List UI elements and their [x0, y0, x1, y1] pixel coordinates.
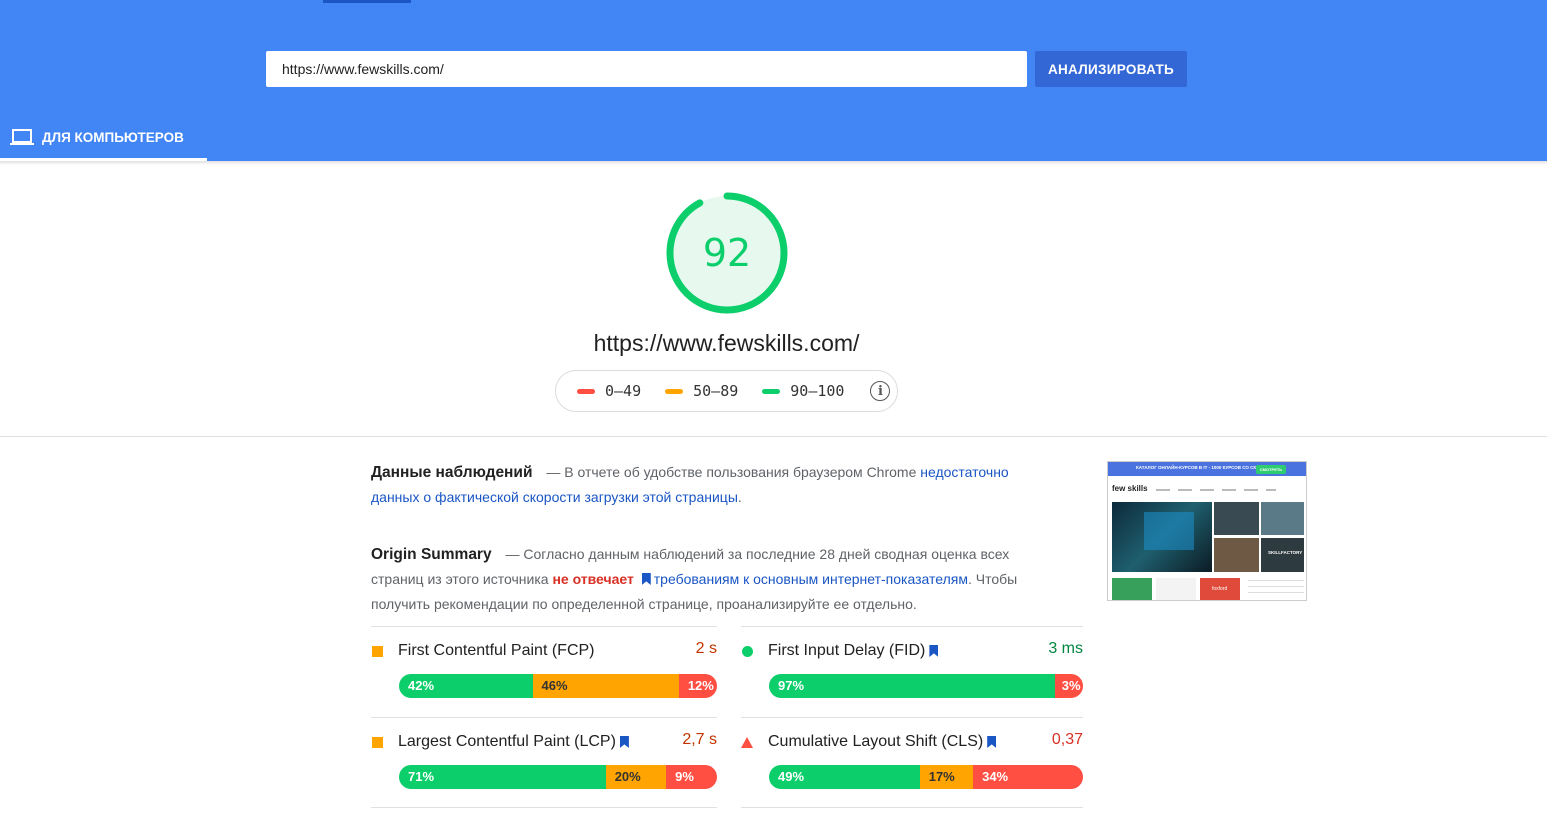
origin-summary-section: Origin Summary — Согласно данным наблюде… — [371, 542, 1031, 617]
thumb-card-3 — [1214, 538, 1259, 572]
legend-item-good: 90–100 — [762, 382, 844, 400]
header-shadow — [0, 161, 1547, 165]
metric-cls-good-segment: 49% — [769, 765, 920, 789]
thumb-banner-button: СМОТРЕТЬ — [1256, 465, 1286, 474]
metrics-separator-bottom-right — [741, 807, 1083, 808]
metric-cls-name: Cumulative Layout Shift (CLS) — [768, 733, 984, 750]
metric-fcp-average-segment: 46% — [532, 674, 679, 698]
metrics-separator-bottom-left — [371, 807, 717, 808]
field-data-text: — В отчете об удобстве пользования брауз… — [542, 464, 921, 480]
metric-cls-average-segment: 17% — [919, 765, 974, 789]
metric-lcp-value: 2,7 s — [682, 731, 717, 748]
metric-fid-good-segment: 97% — [769, 674, 1055, 698]
legend-good-label: 90–100 — [790, 382, 845, 400]
legend-item-poor: 0–49 — [577, 382, 641, 400]
thumb-logo: few skills — [1112, 484, 1148, 493]
field-data-title: Данные наблюдений — [371, 464, 533, 481]
core-web-vitals-link[interactable]: требованиям к основным интернет-показате… — [654, 571, 968, 587]
legend-item-average: 50–89 — [665, 382, 738, 400]
metric-lcp-average-segment: 20% — [605, 765, 667, 789]
metric-fcp-good-segment: 42% — [399, 674, 533, 698]
metric-fcp-distribution: 42% 46% 12% — [399, 674, 717, 698]
tab-desktop[interactable]: ДЛЯ КОМПЬЮТЕРОВ — [0, 116, 207, 161]
bookmark-icon — [619, 736, 629, 748]
legend-poor-label: 0–49 — [605, 382, 642, 400]
metric-lcp-good-segment: 71% — [399, 765, 606, 789]
metrics-separator-mid-right — [741, 717, 1083, 718]
performance-score: 92 — [702, 231, 752, 275]
analyzed-url: https://www.fewskills.com/ — [593, 330, 860, 356]
metric-fid-distribution: 97% 3% — [769, 674, 1083, 698]
thumb-tile-1 — [1112, 578, 1152, 600]
metric-fcp-name: First Contentful Paint (FCP) — [398, 642, 595, 659]
thumb-list — [1248, 580, 1304, 598]
legend-average-label: 50–89 — [693, 382, 739, 400]
legend-good-bar — [762, 388, 781, 394]
laptop-icon — [10, 128, 34, 146]
thumb-card-1 — [1214, 502, 1259, 535]
metrics-separator-mid-left — [371, 717, 717, 718]
tab-desktop-label: ДЛЯ КОМПЬЮТЕРОВ — [42, 129, 184, 145]
thumb-hero-screen — [1144, 512, 1194, 550]
metric-lcp-poor-segment: 9% — [666, 765, 717, 789]
thumb-card-2 — [1261, 502, 1304, 535]
bookmark-icon — [641, 573, 651, 585]
origin-summary-title: Origin Summary — [371, 546, 492, 563]
thumb-brand: foxford — [1212, 586, 1228, 592]
divider — [0, 436, 1547, 437]
thumb-badge: SKILLFACTORY — [1268, 550, 1303, 555]
info-icon[interactable]: i — [870, 381, 891, 401]
field-data-section: Данные наблюдений — В отчете об удобстве… — [371, 460, 1031, 510]
metric-fcp-value: 2 s — [695, 640, 717, 657]
page-screenshot-thumbnail: КАТАЛОГ ОНЛАЙН-КУРСОВ В IT - 1000 КУРСОВ… — [1107, 461, 1307, 601]
field-data-end: . — [737, 489, 742, 505]
poor-triangle-icon — [741, 736, 753, 748]
metrics-separator-top-left — [371, 626, 717, 627]
metric-fid-value: 3 ms — [1048, 640, 1083, 657]
metric-cls-value: 0,37 — [1051, 731, 1083, 748]
legend-average-bar — [665, 388, 684, 394]
average-square-icon — [371, 736, 383, 748]
bookmark-icon — [987, 736, 997, 748]
thumb-card-4 — [1261, 538, 1304, 572]
legend-poor-bar — [577, 388, 595, 394]
metric-cls-distribution: 49% 17% 34% — [769, 765, 1083, 789]
url-input[interactable] — [266, 51, 1027, 87]
origin-summary-fail: не отвечает — [552, 571, 634, 587]
bookmark-icon — [929, 645, 939, 657]
metric-cls-poor-segment: 34% — [973, 765, 1083, 789]
thumb-banner-text: КАТАЛОГ ОНЛАЙН-КУРСОВ В IT - 1000 КУРСОВ… — [1136, 465, 1276, 470]
metric-lcp-distribution: 71% 20% 9% — [399, 765, 717, 789]
metric-fid-name: First Input Delay (FID) — [768, 642, 926, 659]
analyze-button[interactable]: АНАЛИЗИРОВАТЬ — [1035, 51, 1187, 87]
score-legend: 0–49 50–89 90–100 i — [555, 370, 898, 412]
thumb-tile-2 — [1156, 578, 1196, 600]
metric-fcp-poor-segment: 12% — [678, 674, 717, 698]
metrics-separator-top-right — [741, 626, 1083, 627]
top-accent-line — [323, 0, 411, 3]
metric-lcp-name: Largest Contentful Paint (LCP) — [398, 733, 616, 750]
metric-fid-poor-segment: 3% — [1054, 674, 1083, 698]
good-circle-icon — [741, 645, 753, 657]
average-square-icon — [371, 645, 383, 657]
thumb-nav — [1156, 489, 1276, 491]
